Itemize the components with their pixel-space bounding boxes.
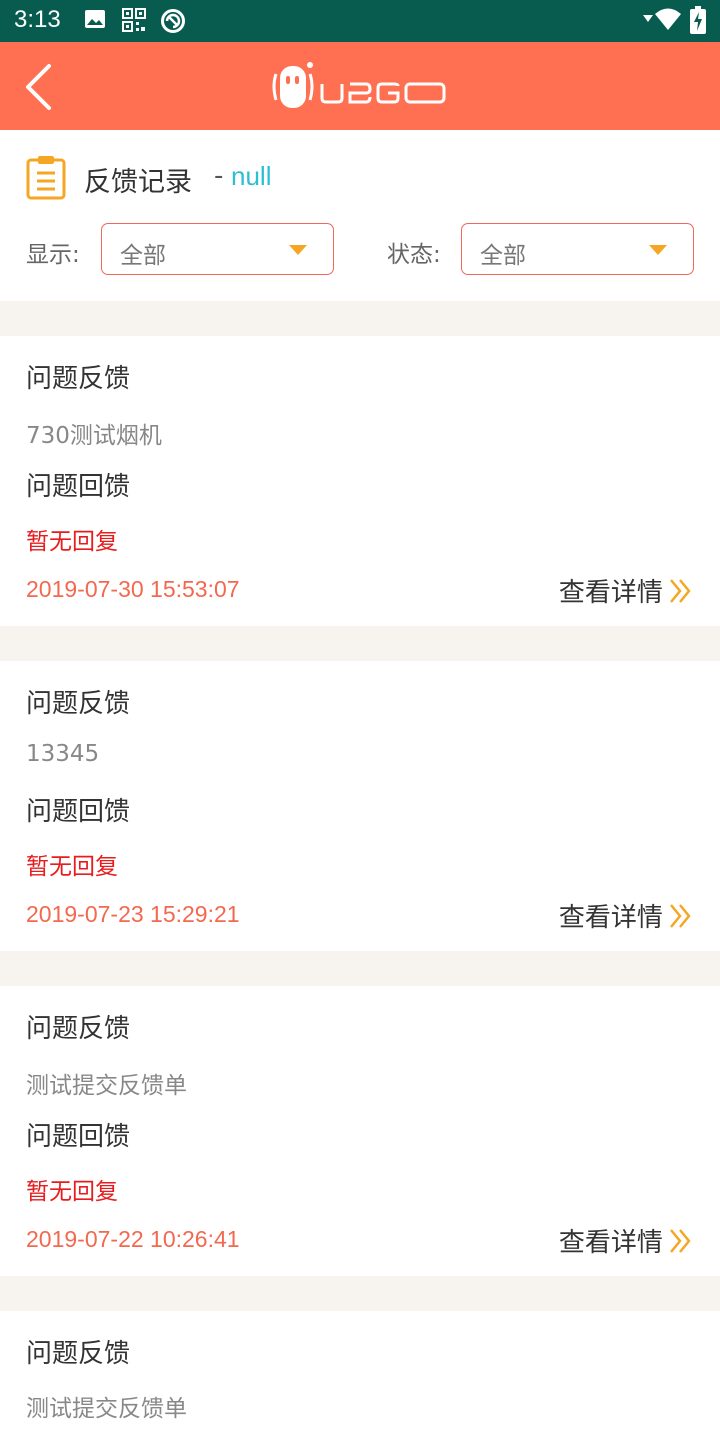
display-filter-value: 全部: [120, 243, 166, 269]
record-timestamp: 2019-07-22 10:26:41: [26, 1226, 240, 1252]
reply-text: 暂无回复: [26, 1179, 118, 1205]
status-filter-label: 状态:: [387, 242, 441, 268]
record-timestamp: 2019-07-23 15:29:21: [26, 901, 240, 927]
reply-heading: 问题回馈: [26, 472, 131, 502]
feedback-text: 13345: [26, 741, 100, 767]
feedback-text: 730测试烟机: [26, 423, 162, 449]
record-timestamp: 2019-07-30 15:53:07: [26, 576, 240, 602]
status-bar: 3:13: [0, 0, 720, 42]
clipboard-list-icon: [26, 156, 66, 200]
dropdown-caret-icon: [289, 245, 307, 255]
reply-text: 暂无回复: [26, 854, 118, 880]
qr-code-icon: [122, 8, 146, 32]
display-filter-select[interactable]: 全部: [101, 223, 334, 275]
back-button[interactable]: [16, 52, 76, 120]
feedback-record-card[interactable]: 问题反馈 测试提交反馈单: [0, 1311, 720, 1440]
reply-heading: 问题回馈: [26, 797, 131, 827]
view-details-label: 查看详情: [558, 578, 663, 608]
feedback-record-card[interactable]: 问题反馈 测试提交反馈单 问题回馈 暂无回复 2019-07-22 10:26:…: [0, 986, 720, 1276]
status-filter-value: 全部: [480, 243, 526, 269]
wifi-icon: [655, 8, 681, 30]
title-dash: -: [214, 161, 224, 191]
feedback-heading: 问题反馈: [26, 364, 131, 394]
view-details-link[interactable]: 查看详情: [558, 1222, 694, 1258]
ubgo-logo: [272, 62, 446, 108]
view-details-label: 查看详情: [558, 903, 663, 933]
feedback-heading: 问题反馈: [26, 1014, 131, 1044]
display-filter-label: 显示:: [26, 242, 80, 268]
feedback-heading: 问题反馈: [26, 1339, 131, 1369]
reply-heading: 问题回馈: [26, 1122, 131, 1152]
feedback-record-card[interactable]: 问题反馈 730测试烟机 问题回馈 暂无回复 2019-07-30 15:53:…: [0, 336, 720, 626]
page-title: 反馈记录: [84, 167, 192, 198]
status-filter-select[interactable]: 全部: [461, 223, 694, 275]
double-chevron-right-icon: [670, 578, 691, 603]
feedback-text: 测试提交反馈单: [26, 1396, 187, 1422]
feedback-record-card[interactable]: 问题反馈 13345 问题回馈 暂无回复 2019-07-23 15:29:21…: [0, 661, 720, 951]
filter-panel: 反馈记录 - null 显示: 全部 状态: 全部: [0, 130, 720, 301]
view-details-link[interactable]: 查看详情: [558, 572, 694, 608]
app-bar: [0, 42, 720, 130]
battery-icon: [690, 6, 706, 34]
user-name: null: [231, 161, 272, 191]
double-chevron-right-icon: [670, 1228, 691, 1253]
view-details-label: 查看详情: [558, 1228, 663, 1258]
image-icon: [85, 10, 105, 28]
at-sign-icon: [161, 9, 185, 33]
view-details-link[interactable]: 查看详情: [558, 897, 694, 933]
dropdown-caret-icon: [649, 245, 667, 255]
status-time: 3:13: [14, 6, 61, 33]
signal-arrow-icon: [643, 15, 653, 22]
chevron-left-icon: [26, 64, 51, 110]
reply-text: 暂无回复: [26, 529, 118, 555]
feedback-heading: 问题反馈: [26, 689, 131, 719]
double-chevron-right-icon: [670, 903, 691, 928]
feedback-text: 测试提交反馈单: [26, 1073, 187, 1099]
